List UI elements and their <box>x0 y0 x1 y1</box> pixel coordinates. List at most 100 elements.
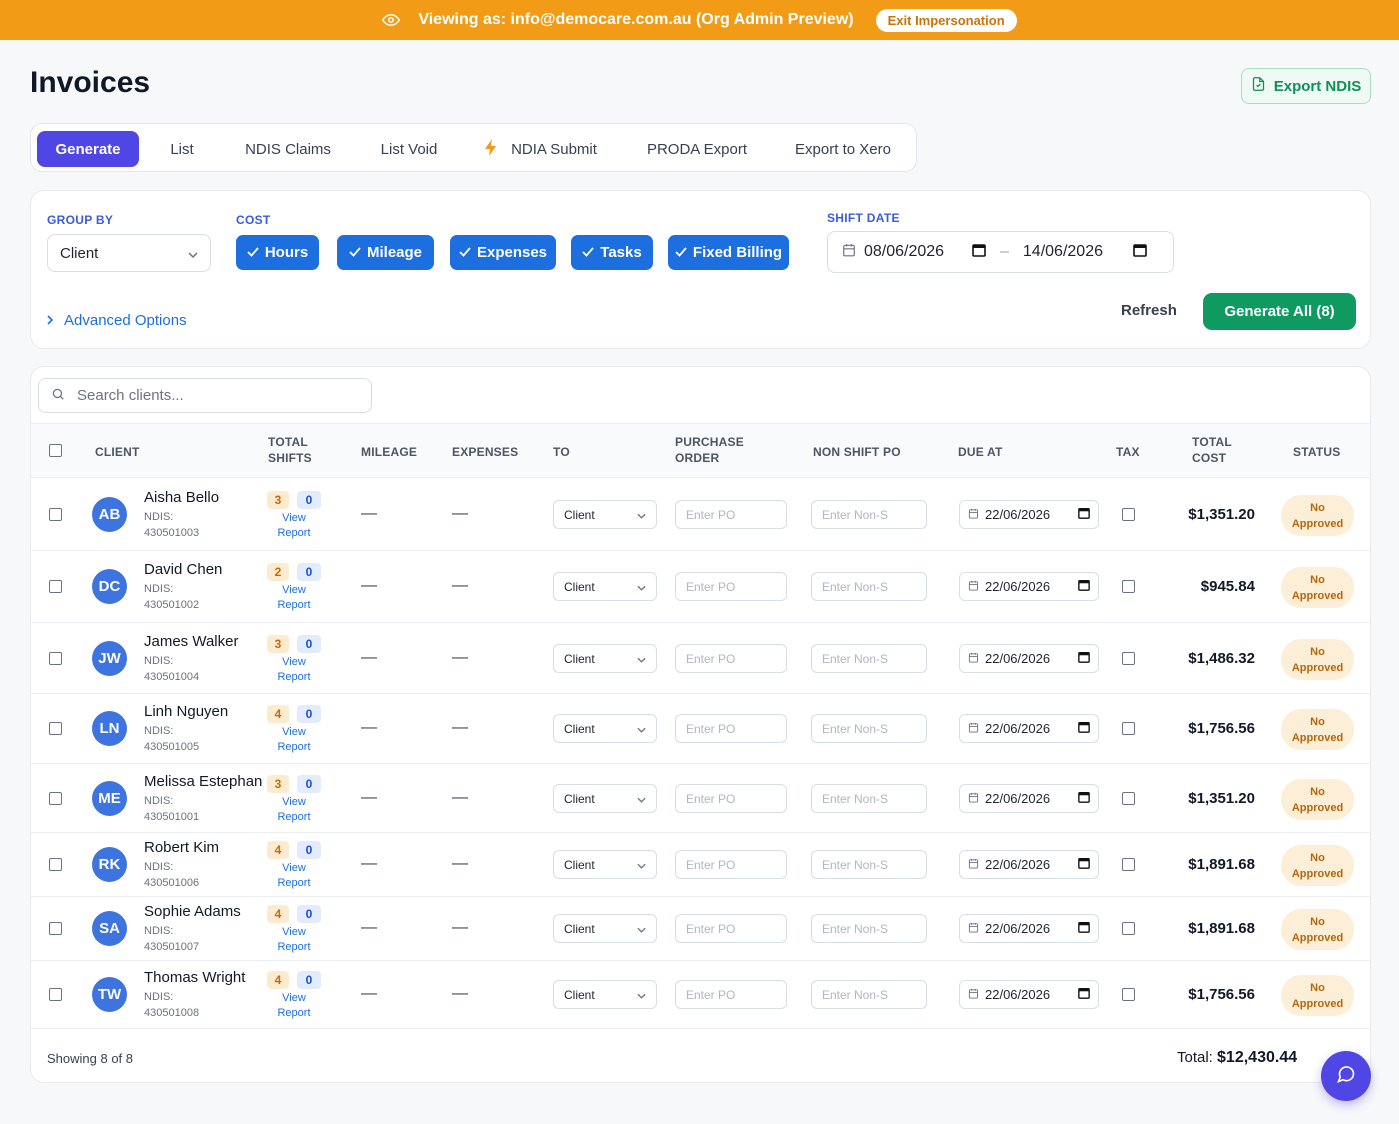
tax-checkbox[interactable] <box>1122 792 1135 805</box>
purchase-order-input[interactable]: Enter PO <box>675 850 787 879</box>
date-picker-icon[interactable] <box>1078 857 1090 872</box>
tax-checkbox[interactable] <box>1122 508 1135 521</box>
date-to-picker-icon[interactable] <box>1133 243 1147 262</box>
view-report-link[interactable]: View Report <box>271 511 317 541</box>
non-shift-po-input[interactable]: Enter Non-S <box>811 784 927 813</box>
tab-export-to-xero[interactable]: Export to Xero <box>779 131 907 167</box>
cost-chip-mileage[interactable]: Mileage <box>337 235 434 270</box>
row-checkbox[interactable] <box>49 988 62 1001</box>
date-picker-icon[interactable] <box>1078 987 1090 1002</box>
to-select[interactable]: Client <box>553 914 657 943</box>
tax-checkbox[interactable] <box>1122 922 1135 935</box>
generate-all-button[interactable]: Generate All (8) <box>1203 293 1356 330</box>
row-checkbox[interactable] <box>49 922 62 935</box>
refresh-button[interactable]: Refresh <box>1121 302 1177 319</box>
to-select[interactable]: Client <box>553 714 657 743</box>
cost-chip-expenses[interactable]: Expenses <box>450 235 556 270</box>
due-date-input[interactable]: 22/06/2026 <box>959 572 1099 601</box>
non-shift-po-input[interactable]: Enter Non-S <box>811 572 927 601</box>
row-checkbox[interactable] <box>49 508 62 521</box>
purchase-order-input[interactable]: Enter PO <box>675 714 787 743</box>
date-picker-icon[interactable] <box>1078 507 1090 522</box>
search-input[interactable]: Search clients... <box>77 387 184 404</box>
tab-list-void[interactable]: List Void <box>361 131 457 167</box>
view-report-link[interactable]: View Report <box>271 725 317 755</box>
to-select[interactable]: Client <box>553 572 657 601</box>
non-shift-po-input[interactable]: Enter Non-S <box>811 714 927 743</box>
view-report-link[interactable]: View Report <box>271 925 317 955</box>
to-select[interactable]: Client <box>553 980 657 1009</box>
purchase-order-input[interactable]: Enter PO <box>675 914 787 943</box>
to-select[interactable]: Client <box>553 500 657 529</box>
tab-proda-export[interactable]: PRODA Export <box>629 131 765 167</box>
ndis-number: 430501003 <box>144 527 200 539</box>
client-name[interactable]: James Walker <box>144 633 238 650</box>
tax-checkbox[interactable] <box>1122 858 1135 871</box>
purchase-order-input[interactable]: Enter PO <box>675 572 787 601</box>
view-report-link[interactable]: View Report <box>271 795 317 825</box>
tab-generate[interactable]: Generate <box>37 131 139 167</box>
tab-list[interactable]: List <box>149 131 215 167</box>
cost-chip-tasks[interactable]: Tasks <box>571 235 653 270</box>
purchase-order-input[interactable]: Enter PO <box>675 784 787 813</box>
select-all-checkbox[interactable] <box>49 444 62 457</box>
due-date-input[interactable]: 22/06/2026 <box>959 714 1099 743</box>
non-shift-po-input[interactable]: Enter Non-S <box>811 644 927 673</box>
date-picker-icon[interactable] <box>1078 579 1090 594</box>
client-name[interactable]: Aisha Bello <box>144 489 219 506</box>
date-picker-icon[interactable] <box>1078 921 1090 936</box>
chat-button[interactable] <box>1321 1051 1371 1101</box>
client-name[interactable]: Linh Nguyen <box>144 703 228 720</box>
exit-impersonation-button[interactable]: Exit Impersonation <box>875 8 1017 32</box>
tax-checkbox[interactable] <box>1122 580 1135 593</box>
cost-chip-fixed-billing[interactable]: Fixed Billing <box>668 235 789 270</box>
tax-checkbox[interactable] <box>1122 652 1135 665</box>
search-clients-field[interactable]: Search clients... <box>38 378 372 413</box>
cost-chip-hours[interactable]: Hours <box>236 235 319 270</box>
date-picker-icon[interactable] <box>1078 721 1090 736</box>
due-date-input[interactable]: 22/06/2026 <box>959 914 1099 943</box>
non-shift-po-input[interactable]: Enter Non-S <box>811 914 927 943</box>
due-date-input[interactable]: 22/06/2026 <box>959 644 1099 673</box>
date-from-picker-icon[interactable] <box>972 243 986 262</box>
purchase-order-input[interactable]: Enter PO <box>675 644 787 673</box>
to-select[interactable]: Client <box>553 850 657 879</box>
tab-ndia-submit[interactable]: NDIA Submit <box>469 131 613 167</box>
non-shift-po-input[interactable]: Enter Non-S <box>811 980 927 1009</box>
to-select[interactable]: Client <box>553 644 657 673</box>
due-date-input[interactable]: 22/06/2026 <box>959 850 1099 879</box>
tax-checkbox[interactable] <box>1122 722 1135 735</box>
non-shift-po-input[interactable]: Enter Non-S <box>811 500 927 529</box>
advanced-options-toggle[interactable]: Advanced Options <box>47 312 187 329</box>
date-picker-icon[interactable] <box>1078 791 1090 806</box>
date-picker-icon[interactable] <box>1078 651 1090 666</box>
due-date-input[interactable]: 22/06/2026 <box>959 980 1099 1009</box>
row-checkbox[interactable] <box>49 722 62 735</box>
date-to-input[interactable]: 14/06/2026 <box>1023 243 1125 261</box>
view-report-link[interactable]: View Report <box>271 991 317 1021</box>
group-by-select[interactable]: Client <box>47 234 211 272</box>
view-report-link[interactable]: View Report <box>271 583 317 613</box>
to-select[interactable]: Client <box>553 784 657 813</box>
purchase-order-input[interactable]: Enter PO <box>675 980 787 1009</box>
purchase-order-input[interactable]: Enter PO <box>675 500 787 529</box>
view-report-link[interactable]: View Report <box>271 655 317 685</box>
client-name[interactable]: Sophie Adams <box>144 903 241 920</box>
non-shift-po-input[interactable]: Enter Non-S <box>811 850 927 879</box>
export-ndis-button[interactable]: Export NDIS <box>1241 68 1371 104</box>
row-checkbox[interactable] <box>49 858 62 871</box>
tab-ndis-claims[interactable]: NDIS Claims <box>227 131 349 167</box>
client-name[interactable]: Robert Kim <box>144 839 219 856</box>
date-from-input[interactable]: 08/06/2026 <box>864 243 964 261</box>
client-name[interactable]: Melissa Estephan <box>144 773 262 790</box>
row-checkbox[interactable] <box>49 652 62 665</box>
due-date-input[interactable]: 22/06/2026 <box>959 784 1099 813</box>
row-checkbox[interactable] <box>49 580 62 593</box>
client-name[interactable]: David Chen <box>144 561 222 578</box>
view-report-link[interactable]: View Report <box>271 861 317 891</box>
ndis-label: NDIS: <box>144 925 174 937</box>
row-checkbox[interactable] <box>49 792 62 805</box>
tax-checkbox[interactable] <box>1122 988 1135 1001</box>
due-date-input[interactable]: 22/06/2026 <box>959 500 1099 529</box>
client-name[interactable]: Thomas Wright <box>144 969 245 986</box>
